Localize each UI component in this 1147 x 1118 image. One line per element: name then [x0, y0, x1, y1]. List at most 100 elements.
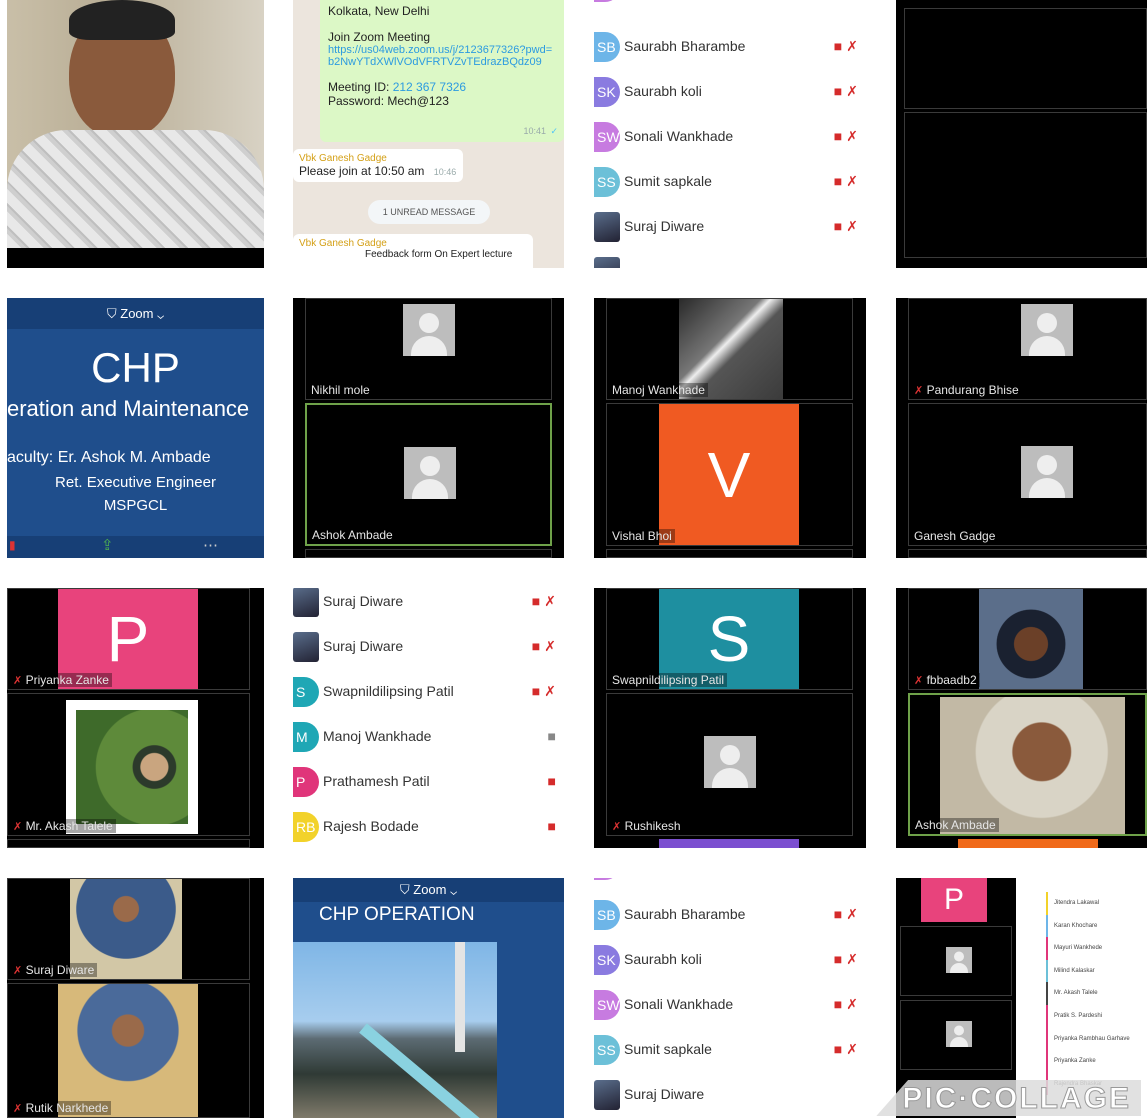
participant-row[interactable]: SB Saurabh Bharambe ■ ✗ [594, 893, 866, 938]
default-avatar-icon [946, 1021, 972, 1047]
mini-participant[interactable]: Priyanka Rambhau Garhave [1046, 1027, 1147, 1051]
meeting-invite-bubble: Kolkata, New Delhi Join Zoom Meeting htt… [320, 0, 564, 142]
video-panel[interactable]: S Swapnildilipsing Patil [606, 588, 853, 690]
video-off-icon: ■ [833, 218, 843, 234]
video-panel-active[interactable]: Ashok Ambade [908, 693, 1147, 836]
video-panel[interactable]: ✗ Rushikesh [606, 693, 853, 836]
participant-row[interactable]: SK Saurabh koli ■ ✗ [594, 70, 866, 115]
participant-label-wrap: ✗ Rutik Narkhede [10, 1101, 112, 1115]
participant-label: Ashok Ambade [912, 818, 999, 832]
participant-row[interactable]: Suraj Diware ■ ✗ [293, 588, 564, 625]
participant-row[interactable]: SW Sonali Wankhade ■ ✗ [594, 115, 866, 160]
slide-faculty: aculty: Er. Ashok M. Ambade [7, 449, 211, 466]
video-panel[interactable]: ✗ fbbaadb2 [908, 588, 1147, 690]
video-panel[interactable]: ✗ Mr. Akash Talele [7, 693, 250, 836]
video-panel[interactable]: Ganesh Gadge [908, 403, 1147, 546]
video-off-icon: ■ [531, 683, 541, 699]
more-icon[interactable]: ⋯ [203, 536, 218, 554]
video-panel[interactable] [900, 1000, 1012, 1070]
video-panel[interactable]: ✗ Suraj Diware [7, 878, 250, 980]
zoom-title-bar[interactable]: ⛉ Zoom ⌄ [293, 878, 564, 902]
status-icons: ■ ✗ [834, 83, 858, 100]
zoom-label: Zoom [413, 882, 447, 897]
video-off-icon: ■ [833, 83, 843, 99]
speaker-video-tile [7, 0, 264, 268]
status-icons: ■ ✗ [532, 593, 556, 610]
slide-photo [293, 942, 497, 1118]
participant-name: Sonali Wankhade [624, 128, 734, 144]
video-off-icon: ■ [833, 951, 843, 967]
mini-participant[interactable]: Milind Kalaskar [1046, 959, 1147, 983]
mic-off-icon: ✗ [846, 951, 858, 967]
mic-off-icon: ✗ [846, 128, 858, 144]
participant-row[interactable]: Suraj Diware [594, 1073, 866, 1118]
participant-avatar: SS [594, 167, 620, 197]
status-icons: ■ [548, 728, 556, 744]
video-grid-tile: ✗ Suraj Diware ✗ Rutik Narkhede [7, 878, 264, 1118]
video-panel[interactable]: Manoj Wankhade [606, 298, 853, 400]
shield-icon: ⛉ [106, 306, 117, 321]
speaker-bottom-bar [7, 248, 264, 268]
video-panel[interactable] [904, 112, 1147, 258]
video-panel[interactable]: Nikhil mole [305, 298, 552, 400]
participant-row[interactable]: SS Sumit sapkale ■ ✗ [594, 1028, 866, 1073]
participant-row[interactable]: SB Saurabh Bharambe ■ ✗ [594, 25, 866, 70]
share-icon[interactable]: ⇪ [101, 536, 114, 554]
video-panel[interactable]: ✗ Pandurang Bhise [908, 298, 1147, 400]
participant-avatar: M [293, 722, 319, 752]
letter-avatar: V [659, 404, 799, 545]
video-grid-tile: ✗ fbbaadb2 Ashok Ambade [896, 588, 1147, 848]
video-panel[interactable] [904, 8, 1147, 109]
zoom-title-bar[interactable]: ⛉ Zoom ⌄ [7, 298, 264, 329]
message-sender: Vbk Ganesh Gadge [299, 153, 387, 164]
video-panel-active[interactable]: Ashok Ambade [305, 403, 552, 546]
participant-row[interactable]: ■ [594, 0, 866, 10]
meeting-id-value[interactable]: 212 367 7326 [393, 80, 466, 94]
mini-participant[interactable]: Jitendra Lakawal [1046, 892, 1147, 915]
join-text: Join Zoom Meeting [328, 30, 431, 44]
mini-participant[interactable]: Mayuri Wankhede [1046, 937, 1147, 960]
participant-row[interactable]: M Manoj Wankhade ■ [293, 715, 564, 760]
mic-muted-icon: ✗ [13, 821, 23, 833]
mini-participant[interactable]: Priyanka Zanke [1046, 1050, 1147, 1073]
participant-row[interactable]: ■ [594, 878, 866, 888]
participant-row[interactable]: Suraj Diware ■ ✗ [293, 625, 564, 670]
mini-participant[interactable]: Mr. Akash Talele [1046, 982, 1147, 1005]
video-off-icon: ■ [833, 128, 843, 144]
participant-row[interactable] [594, 250, 866, 268]
video-off-icon: ■ [833, 38, 843, 54]
participant-avatar: SB [594, 32, 620, 62]
mic-icon[interactable]: ▮ [9, 538, 16, 552]
video-panel [7, 839, 250, 848]
message-text: Please join at 10:50 am [299, 164, 425, 178]
participant-name: Saurabh koli [624, 83, 702, 99]
video-panel[interactable]: V Vishal Bhoi [606, 403, 853, 546]
participant-avatar: S [293, 677, 319, 707]
mic-off-icon: ✗ [544, 638, 556, 654]
video-panel[interactable]: P ✗ Priyanka Zanke [7, 588, 250, 690]
participant-label: Rushikesh [624, 819, 681, 833]
mic-muted-icon: ✗ [914, 675, 924, 687]
zoom-label: Zoom [120, 306, 154, 321]
zoom-link[interactable]: https://us04web.zoom.us/j/2123677326?pwd… [328, 44, 556, 68]
mini-participant[interactable]: Pratik S. Pardeshi [1046, 1004, 1147, 1028]
participant-row[interactable]: SS Sumit sapkale ■ ✗ [594, 160, 866, 205]
participant-avatar: SW [594, 990, 620, 1020]
participant-photo [293, 588, 319, 617]
participant-row[interactable]: Suraj Diware ■ ✗ [594, 205, 866, 250]
participant-label-wrap: ✗ Mr. Akash Talele [10, 819, 116, 833]
participant-row[interactable]: SW Sonali Wankhade ■ ✗ [594, 983, 866, 1028]
mic-off-icon: ✗ [846, 218, 858, 234]
participant-row[interactable]: P Prathamesh Patil ■ [293, 760, 564, 805]
participant-row[interactable]: RB Rajesh Bodade ■ [293, 805, 564, 848]
participant-name: Suraj Diware [624, 1086, 705, 1102]
participant-label: Vishal Bhoi [609, 529, 675, 543]
video-panel[interactable]: ✗ Rutik Narkhede [7, 983, 250, 1118]
mini-participant[interactable]: Karan Khochare [1046, 914, 1147, 938]
video-panel[interactable] [900, 926, 1012, 996]
mic-off-icon: ✗ [846, 38, 858, 54]
video-off-icon: ■ [833, 996, 843, 1012]
participant-row[interactable]: S Swapnildilipsing Patil ■ ✗ [293, 670, 564, 715]
participant-row[interactable]: SK Saurabh koli ■ ✗ [594, 938, 866, 983]
default-avatar-icon [704, 736, 756, 788]
